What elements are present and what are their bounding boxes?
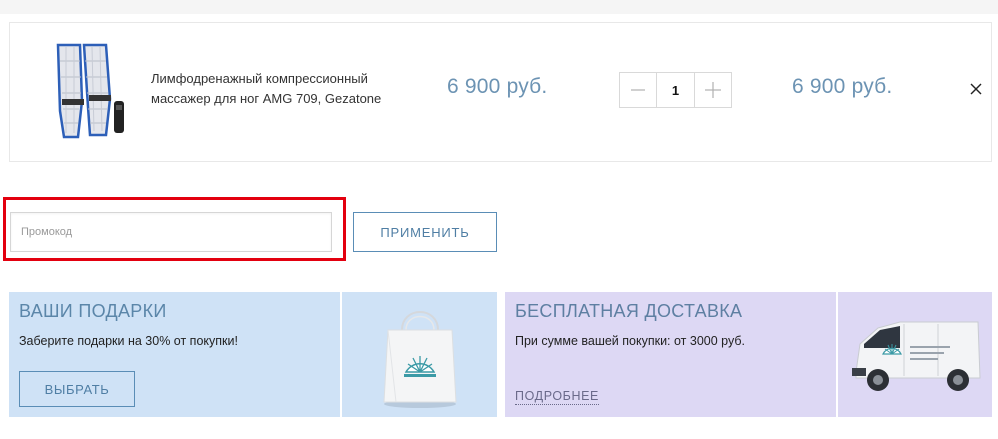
delivery-van-image: [852, 321, 981, 391]
gifts-text: Заберите подарки на 30% от покупки!: [19, 334, 238, 348]
cart-item-row: Лимфодренажный компрессионный массажер д…: [9, 22, 992, 162]
product-name[interactable]: Лимфодренажный компрессионный массажер д…: [151, 69, 421, 109]
apply-promo-button[interactable]: ПРИМЕНИТЬ: [353, 212, 497, 252]
gifts-title: ВАШИ ПОДАРКИ: [19, 301, 167, 321]
delivery-banner: БЕСПЛАТНАЯ ДОСТАВКА При сумме вашей поку…: [505, 292, 992, 417]
plus-icon: [705, 82, 721, 98]
choose-gifts-button[interactable]: ВЫБРАТЬ: [19, 371, 135, 407]
unit-price: 6 900 руб.: [447, 75, 548, 98]
more-details-link[interactable]: ПОДРОБНЕЕ: [515, 389, 599, 405]
increase-quantity-button[interactable]: [695, 73, 731, 107]
quantity-value[interactable]: 1: [656, 73, 695, 107]
top-strip: [0, 0, 998, 14]
gift-bag-image: [383, 311, 457, 408]
total-price: 6 900 руб.: [792, 75, 893, 98]
close-icon[interactable]: [968, 81, 984, 97]
delivery-title: БЕСПЛАТНАЯ ДОСТАВКА: [515, 301, 743, 321]
leg-massager-image[interactable]: [44, 41, 134, 141]
delivery-text: При сумме вашей покупки: от 3000 руб.: [515, 334, 745, 348]
quantity-stepper: 1: [619, 72, 732, 108]
promo-code-input[interactable]: [10, 212, 332, 252]
gifts-banner: ВАШИ ПОДАРКИ Заберите подарки на 30% от …: [9, 292, 497, 417]
decrease-quantity-button[interactable]: [620, 73, 656, 107]
minus-icon: [631, 89, 645, 91]
